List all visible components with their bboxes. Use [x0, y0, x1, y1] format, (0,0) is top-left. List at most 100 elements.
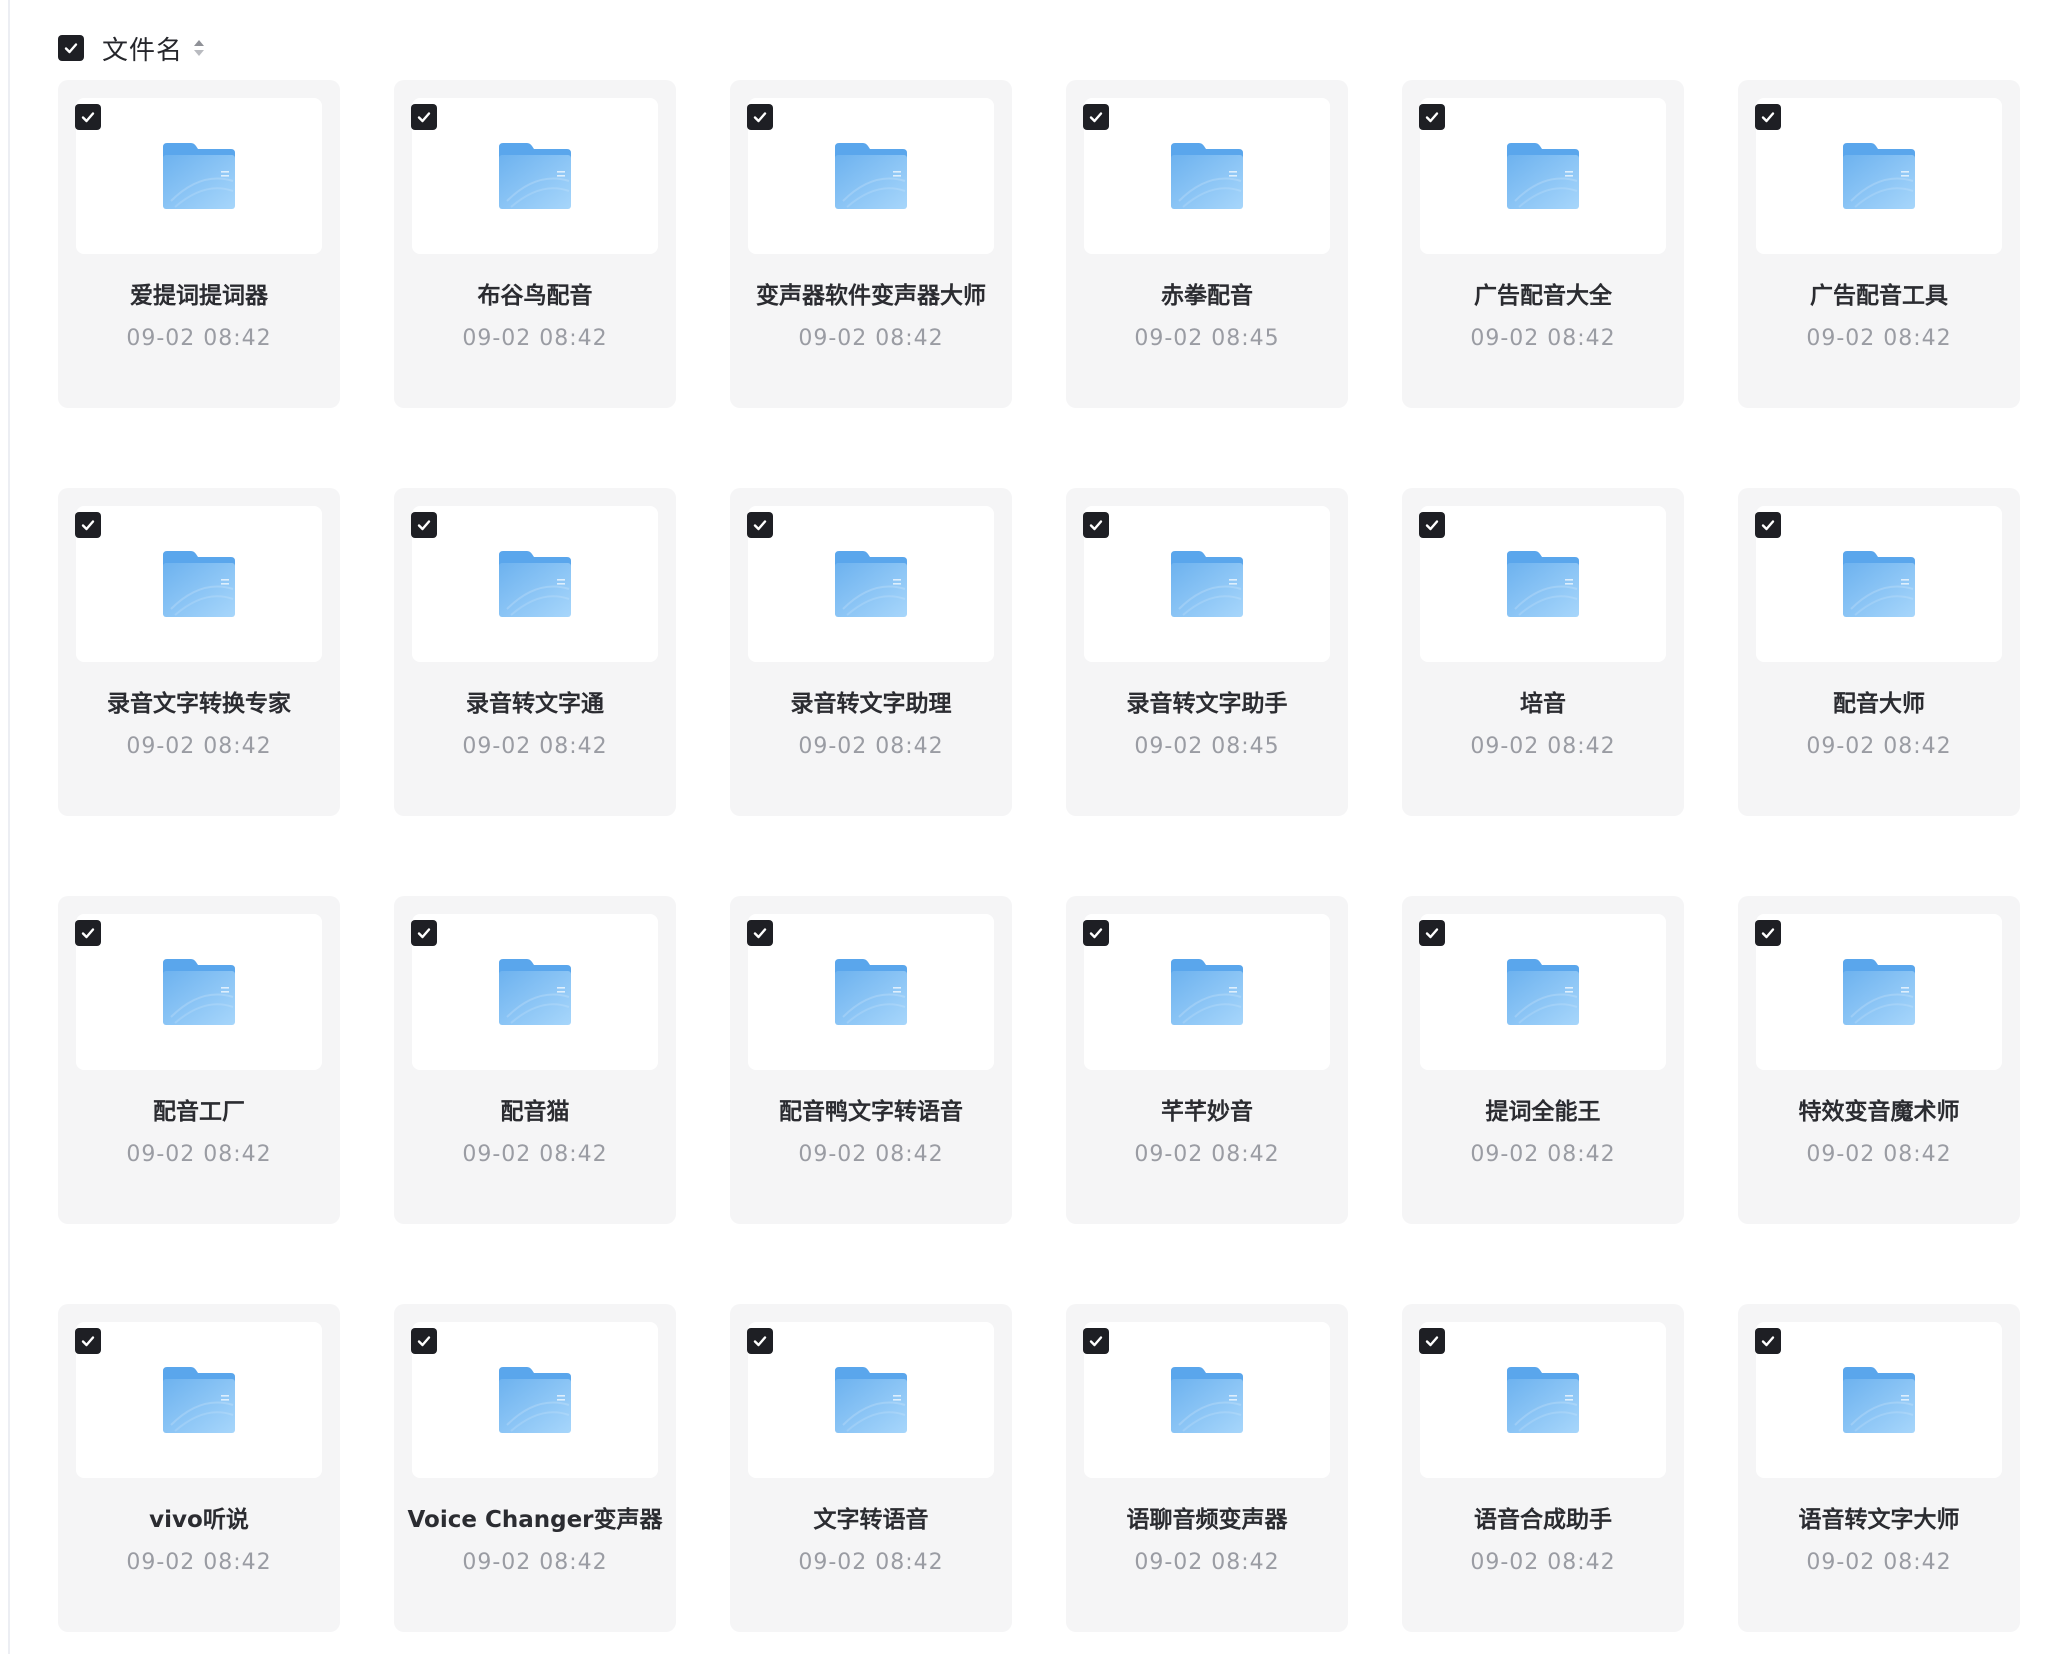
- file-thumbnail[interactable]: [1756, 98, 2002, 254]
- file-card[interactable]: 配音工厂 09-02 08:42: [58, 896, 340, 1224]
- file-thumbnail[interactable]: [1084, 914, 1330, 1070]
- file-name[interactable]: vivo听说: [58, 1500, 340, 1534]
- file-card[interactable]: 变声器软件变声器大师 09-02 08:42: [730, 80, 1012, 408]
- file-checkbox[interactable]: [1755, 1328, 1781, 1354]
- file-name[interactable]: 配音工厂: [58, 1092, 340, 1126]
- file-thumbnail[interactable]: [748, 1322, 994, 1478]
- file-checkbox[interactable]: [411, 104, 437, 130]
- file-name[interactable]: 提词全能王: [1402, 1092, 1684, 1126]
- file-thumbnail[interactable]: [1420, 98, 1666, 254]
- file-thumbnail[interactable]: [412, 1322, 658, 1478]
- file-name[interactable]: 语音合成助手: [1402, 1500, 1684, 1534]
- file-checkbox[interactable]: [75, 920, 101, 946]
- file-checkbox[interactable]: [1419, 104, 1445, 130]
- file-checkbox[interactable]: [1755, 920, 1781, 946]
- file-card[interactable]: 特效变音魔术师 09-02 08:42: [1738, 896, 2020, 1224]
- file-checkbox[interactable]: [1419, 920, 1445, 946]
- file-checkbox[interactable]: [411, 512, 437, 538]
- file-card[interactable]: 录音文字转换专家 09-02 08:42: [58, 488, 340, 816]
- file-thumbnail[interactable]: [76, 506, 322, 662]
- file-name[interactable]: 布谷鸟配音: [394, 276, 676, 310]
- file-card[interactable]: 芊芊妙音 09-02 08:42: [1066, 896, 1348, 1224]
- file-card[interactable]: 语音合成助手 09-02 08:42: [1402, 1304, 1684, 1632]
- file-name[interactable]: 语音转文字大师: [1738, 1500, 2020, 1534]
- file-checkbox[interactable]: [75, 1328, 101, 1354]
- file-card[interactable]: 录音转文字助理 09-02 08:42: [730, 488, 1012, 816]
- file-thumbnail[interactable]: [76, 98, 322, 254]
- file-modified-time: 09-02 08:42: [462, 734, 608, 759]
- file-card[interactable]: 文字转语音 09-02 08:42: [730, 1304, 1012, 1632]
- file-card[interactable]: 语聊音频变声器 09-02 08:42: [1066, 1304, 1348, 1632]
- filename-column-header[interactable]: 文件名: [102, 30, 183, 67]
- file-checkbox[interactable]: [1755, 512, 1781, 538]
- file-checkbox[interactable]: [411, 920, 437, 946]
- file-thumbnail[interactable]: [1756, 1322, 2002, 1478]
- file-thumbnail[interactable]: [1420, 506, 1666, 662]
- file-name[interactable]: 特效变音魔术师: [1738, 1092, 2020, 1126]
- file-thumbnail[interactable]: [412, 914, 658, 1070]
- file-name[interactable]: 赤拳配音: [1066, 276, 1348, 310]
- file-checkbox[interactable]: [1083, 1328, 1109, 1354]
- file-thumbnail[interactable]: [1084, 1322, 1330, 1478]
- file-card[interactable]: 录音转文字通 09-02 08:42: [394, 488, 676, 816]
- file-thumbnail[interactable]: [76, 914, 322, 1070]
- select-all-checkbox[interactable]: [58, 35, 84, 61]
- file-name[interactable]: 广告配音工具: [1738, 276, 2020, 310]
- file-card[interactable]: 配音猫 09-02 08:42: [394, 896, 676, 1224]
- file-thumbnail[interactable]: [1420, 1322, 1666, 1478]
- file-name[interactable]: 配音猫: [394, 1092, 676, 1126]
- file-name[interactable]: 录音转文字助手: [1066, 684, 1348, 718]
- file-card[interactable]: 布谷鸟配音 09-02 08:42: [394, 80, 676, 408]
- file-name[interactable]: 广告配音大全: [1402, 276, 1684, 310]
- file-thumbnail[interactable]: [1756, 506, 2002, 662]
- file-name[interactable]: 文字转语音: [730, 1500, 1012, 1534]
- sort-up-down-icon[interactable]: [193, 38, 205, 58]
- file-checkbox[interactable]: [1755, 104, 1781, 130]
- file-card[interactable]: Voice Changer变声器 09-02 08:42: [394, 1304, 676, 1632]
- file-name[interactable]: Voice Changer变声器: [394, 1500, 676, 1534]
- file-thumbnail[interactable]: [1756, 914, 2002, 1070]
- file-card[interactable]: vivo听说 09-02 08:42: [58, 1304, 340, 1632]
- file-checkbox[interactable]: [1083, 104, 1109, 130]
- file-card[interactable]: 语音转文字大师 09-02 08:42: [1738, 1304, 2020, 1632]
- file-thumbnail[interactable]: [412, 506, 658, 662]
- file-card[interactable]: 配音大师 09-02 08:42: [1738, 488, 2020, 816]
- file-name[interactable]: 爱提词提词器: [58, 276, 340, 310]
- file-name[interactable]: 录音文字转换专家: [58, 684, 340, 718]
- file-checkbox[interactable]: [1419, 1328, 1445, 1354]
- file-card[interactable]: 广告配音大全 09-02 08:42: [1402, 80, 1684, 408]
- file-name[interactable]: 录音转文字通: [394, 684, 676, 718]
- file-thumbnail[interactable]: [1420, 914, 1666, 1070]
- file-checkbox[interactable]: [747, 1328, 773, 1354]
- file-card[interactable]: 配音鸭文字转语音 09-02 08:42: [730, 896, 1012, 1224]
- file-checkbox[interactable]: [747, 920, 773, 946]
- file-card[interactable]: 广告配音工具 09-02 08:42: [1738, 80, 2020, 408]
- file-name[interactable]: 芊芊妙音: [1066, 1092, 1348, 1126]
- file-checkbox[interactable]: [75, 104, 101, 130]
- file-name[interactable]: 变声器软件变声器大师: [730, 276, 1012, 310]
- file-name[interactable]: 录音转文字助理: [730, 684, 1012, 718]
- file-card[interactable]: 赤拳配音 09-02 08:45: [1066, 80, 1348, 408]
- file-card[interactable]: 培音 09-02 08:42: [1402, 488, 1684, 816]
- file-checkbox[interactable]: [1083, 920, 1109, 946]
- file-name[interactable]: 培音: [1402, 684, 1684, 718]
- file-thumbnail[interactable]: [748, 98, 994, 254]
- file-thumbnail[interactable]: [748, 506, 994, 662]
- file-card[interactable]: 提词全能王 09-02 08:42: [1402, 896, 1684, 1224]
- file-thumbnail[interactable]: [412, 98, 658, 254]
- file-checkbox[interactable]: [411, 1328, 437, 1354]
- file-card[interactable]: 录音转文字助手 09-02 08:45: [1066, 488, 1348, 816]
- file-thumbnail[interactable]: [748, 914, 994, 1070]
- file-thumbnail[interactable]: [1084, 506, 1330, 662]
- file-name[interactable]: 语聊音频变声器: [1066, 1500, 1348, 1534]
- file-checkbox[interactable]: [1419, 512, 1445, 538]
- file-checkbox[interactable]: [747, 512, 773, 538]
- file-thumbnail[interactable]: [1084, 98, 1330, 254]
- file-checkbox[interactable]: [1083, 512, 1109, 538]
- file-card[interactable]: 爱提词提词器 09-02 08:42: [58, 80, 340, 408]
- file-checkbox[interactable]: [75, 512, 101, 538]
- file-name[interactable]: 配音大师: [1738, 684, 2020, 718]
- file-thumbnail[interactable]: [76, 1322, 322, 1478]
- file-checkbox[interactable]: [747, 104, 773, 130]
- file-name[interactable]: 配音鸭文字转语音: [730, 1092, 1012, 1126]
